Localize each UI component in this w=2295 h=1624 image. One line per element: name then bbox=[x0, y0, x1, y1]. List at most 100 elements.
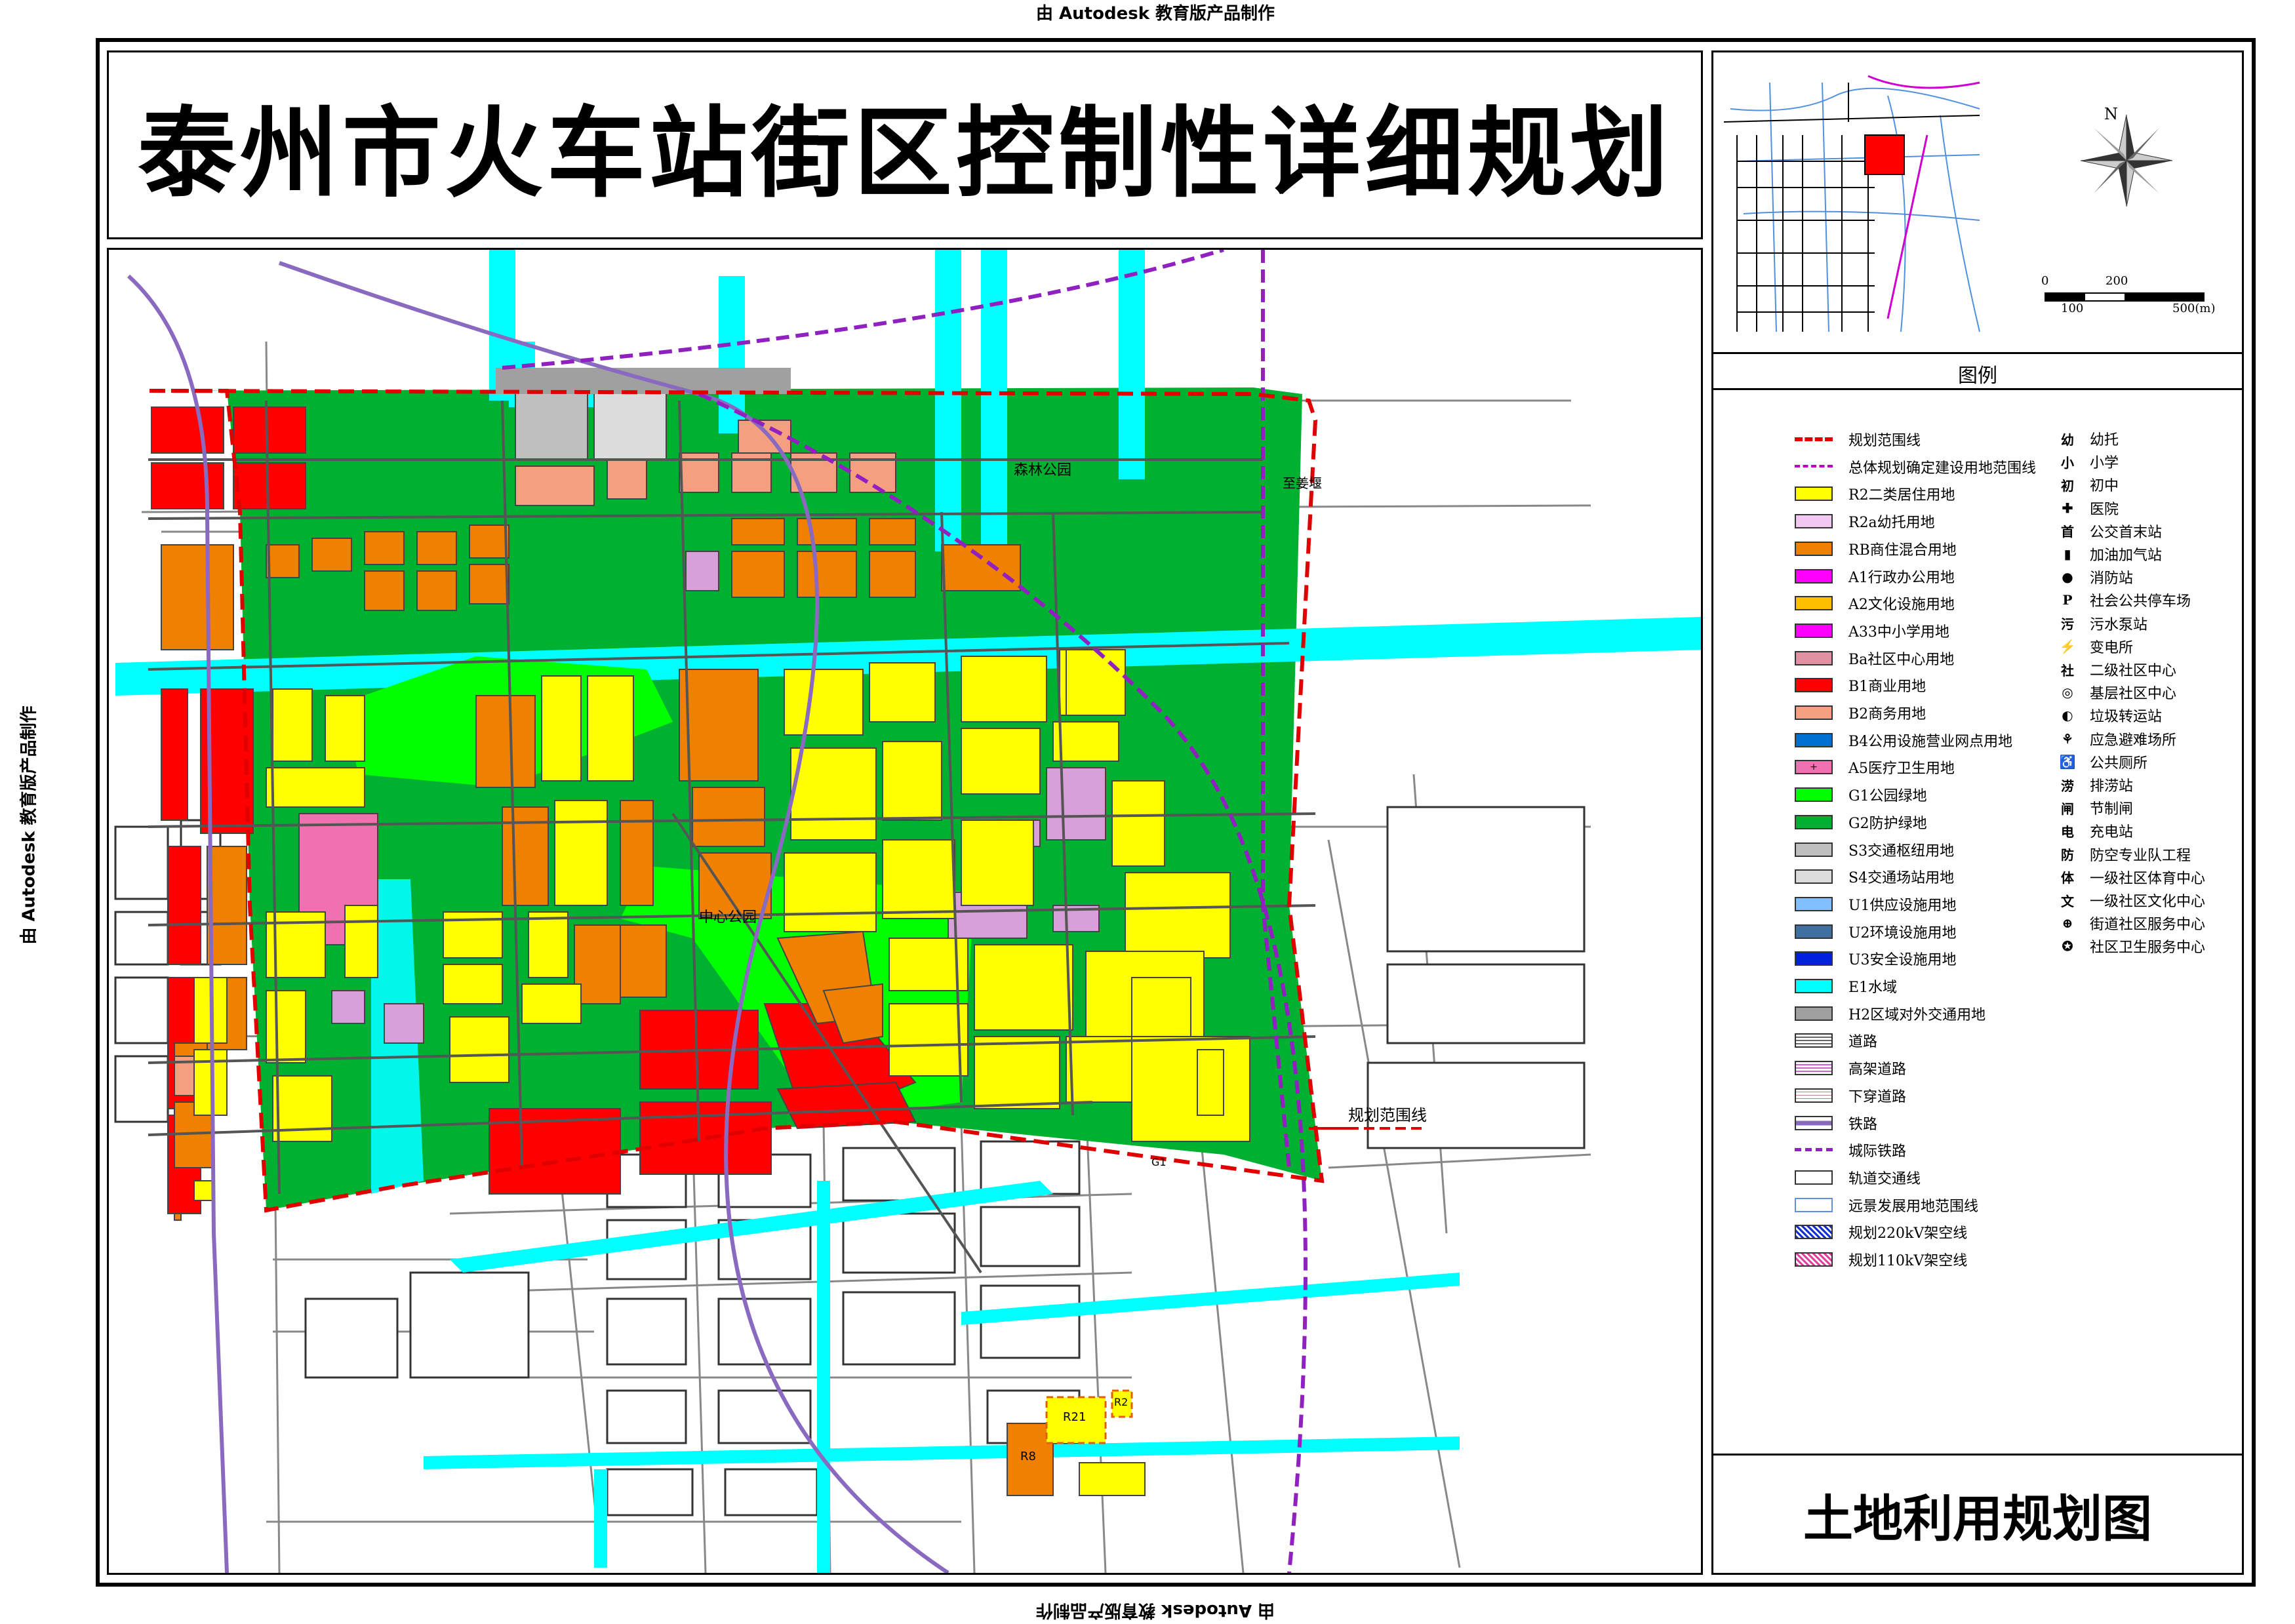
legend-label: S3交通枢纽用地 bbox=[1848, 842, 1955, 860]
symbol-label: 垃圾转运站 bbox=[2090, 709, 2163, 726]
legend-swatch-ba bbox=[1795, 650, 1833, 665]
legend-swatch-kv110 bbox=[1795, 1252, 1833, 1267]
symbol-icon: 小 bbox=[2061, 454, 2074, 471]
symbol-icon: ✪ bbox=[2062, 938, 2073, 955]
symbol-icon: P bbox=[2062, 592, 2073, 608]
legend-swatch-kv220 bbox=[1795, 1225, 1833, 1240]
legend-label: G1公园绿地 bbox=[1848, 788, 1927, 805]
r21-label: R21 bbox=[1063, 1410, 1087, 1424]
scale-label-200: 200 bbox=[2105, 274, 2128, 288]
page-title: 泰州市火车站街区控制性详细规划 bbox=[137, 96, 1672, 211]
symbol-item: ✚ 医院 bbox=[2054, 497, 2119, 519]
legend-title: 图例 bbox=[1958, 365, 1997, 387]
symbol-item: 首公交首末站 bbox=[2054, 520, 2162, 542]
legend-label: A2文化设施用地 bbox=[1848, 597, 1955, 614]
map-title-panel: 土地利用规划图 bbox=[1711, 1454, 2244, 1575]
legend-swatch-r2 bbox=[1795, 486, 1833, 502]
legend-swatch-underpass bbox=[1795, 1088, 1833, 1103]
symbol-item: ⊕ 街道社区服务中心 bbox=[2054, 912, 2205, 934]
legend-item-ba: Ba社区中心用地 bbox=[1795, 645, 1954, 671]
symbol-item: 社二级社区中心 bbox=[2054, 658, 2176, 681]
legend-label: RB商住混合用地 bbox=[1848, 542, 1957, 559]
symbol-icon: ◎ bbox=[2062, 684, 2073, 701]
symbol-item: 文一级社区文化中心 bbox=[2054, 889, 2205, 911]
symbol-item: 污污水泵站 bbox=[2054, 612, 2147, 635]
legend-swatch-r2a bbox=[1795, 514, 1833, 529]
symbol-item: ✪ 社区卫生服务中心 bbox=[2054, 935, 2205, 957]
symbol-item: ● 消防站 bbox=[2054, 566, 2133, 588]
legend-item-a2: A2文化设施用地 bbox=[1795, 590, 1955, 616]
legend-list: 规划范围线 总体规划确定建设用地范围线 R2二类居住用地 R2a幼托用地 RB商住混合用… bbox=[1795, 426, 2070, 1278]
symbol-label: 社区卫生服务中心 bbox=[2090, 940, 2206, 957]
legend-label: 轨道交通线 bbox=[1848, 1170, 1921, 1187]
scale-label-500: 500(m) bbox=[2172, 302, 2216, 315]
legend-label: 规划110kV架空线 bbox=[1848, 1253, 1968, 1269]
legend-swatch-g1 bbox=[1795, 787, 1833, 802]
symbol-item: ◎ 基层社区中心 bbox=[2054, 681, 2176, 703]
symbol-item: ⚘ 应急避难场所 bbox=[2054, 728, 2176, 750]
watermark-bottom: 由 Autodesk 教育版产品制作 bbox=[1036, 1600, 1275, 1620]
legend-label: H2区域对外交通用地 bbox=[1848, 1006, 1986, 1023]
legend-label: U3安全设施用地 bbox=[1848, 952, 1957, 969]
symbol-icon: ⚘ bbox=[2062, 730, 2073, 747]
legend-item-elevated: 高架道路 bbox=[1795, 1055, 1906, 1081]
symbol-label: 幼托 bbox=[2090, 432, 2119, 448]
legend-label: 道路 bbox=[1848, 1034, 1878, 1051]
legend-panel: 图例 规划范围线 总体规划确定建设用地范围线 R2二类居住用地 R2a幼托用地 RB商住… bbox=[1711, 352, 2244, 1457]
legend-item-u2: U2环境设施用地 bbox=[1795, 919, 1957, 945]
symbol-icon: 防 bbox=[2061, 847, 2074, 863]
legend-item-a1: A1行政办公用地 bbox=[1795, 563, 1955, 589]
legend-item-underpass: 下穿道路 bbox=[1795, 1082, 1906, 1109]
symbol-label: 节制闸 bbox=[2090, 801, 2134, 818]
legend-label: 城际铁路 bbox=[1848, 1143, 1907, 1160]
symbol-item: 防防空专业队工程 bbox=[2054, 843, 2191, 865]
symbol-icon: 电 bbox=[2061, 823, 2074, 840]
key-map bbox=[1717, 56, 1993, 345]
symbol-item: 闸节制闸 bbox=[2054, 797, 2133, 819]
legend-item-g2: G2防护绿地 bbox=[1795, 809, 1927, 835]
legend-label: U1供应设施用地 bbox=[1848, 897, 1957, 914]
legend-swatch-elevated bbox=[1795, 1061, 1833, 1076]
symbol-label: 二级社区中心 bbox=[2090, 663, 2177, 679]
legend-label: 总体规划确定建设用地范围线 bbox=[1848, 460, 2037, 477]
symbol-label: 一级社区体育中心 bbox=[2090, 870, 2206, 887]
symbol-label: 污水泵站 bbox=[2090, 616, 2148, 633]
legend-swatch-boundary bbox=[1795, 437, 1833, 441]
legend-item-s4: S4交通场站用地 bbox=[1795, 863, 1954, 890]
symbol-item: 电充电站 bbox=[2054, 820, 2133, 842]
legend-item-kv110: 规划110kV架空线 bbox=[1795, 1246, 1967, 1273]
symbol-item: 幼幼托 bbox=[2054, 427, 2119, 450]
legend-swatch-a1 bbox=[1795, 568, 1833, 584]
g1-label: G1 bbox=[1151, 1156, 1167, 1168]
legend-item-r2a: R2a幼托用地 bbox=[1795, 508, 1935, 534]
legend-swatch-a33 bbox=[1795, 623, 1833, 638]
scale-label-100: 100 bbox=[2061, 302, 2084, 315]
legend-swatch-gp-boundary bbox=[1795, 464, 1833, 469]
legend-label: G2防护绿地 bbox=[1848, 815, 1927, 832]
legend-label: B4公用设施营业网点用地 bbox=[1848, 733, 2013, 750]
legend-swatch-a2 bbox=[1795, 596, 1833, 611]
legend-item-intercity: 城际铁路 bbox=[1795, 1137, 1906, 1163]
symbol-icon: 幼 bbox=[2061, 431, 2074, 448]
legend-swatch-g2 bbox=[1795, 814, 1833, 829]
legend-swatch-b4 bbox=[1795, 732, 1833, 747]
legend-item-kv220: 规划220kV架空线 bbox=[1795, 1219, 1967, 1245]
symbol-icon: 文 bbox=[2061, 893, 2074, 909]
legend-item-road: 道路 bbox=[1795, 1027, 1877, 1054]
legend-label: R2a幼托用地 bbox=[1848, 515, 1935, 532]
legend-swatch-e1 bbox=[1795, 979, 1833, 993]
legend-item-future: 远景发展用地范围线 bbox=[1795, 1192, 1978, 1218]
key-map-panel: N 0 200 100 500(m) bbox=[1711, 50, 2244, 356]
legend-swatch-u2 bbox=[1795, 924, 1833, 939]
symbol-icon: 涝 bbox=[2061, 778, 2074, 794]
watermark-top: 由 Autodesk 教育版产品制作 bbox=[1036, 4, 1275, 24]
legend-item-metro: 轨道交通线 bbox=[1795, 1164, 1921, 1191]
legend-swatch-s4 bbox=[1795, 869, 1833, 884]
legend-label: U2环境设施用地 bbox=[1848, 924, 1957, 941]
symbol-icon: ⊕ bbox=[2062, 915, 2073, 932]
symbol-label: 排涝站 bbox=[2090, 778, 2134, 795]
symbol-icon: 初 bbox=[2061, 477, 2074, 494]
symbol-label: 街道社区服务中心 bbox=[2090, 917, 2206, 934]
symbol-label: 初中 bbox=[2090, 478, 2119, 495]
compass-rose-icon bbox=[2080, 114, 2173, 207]
